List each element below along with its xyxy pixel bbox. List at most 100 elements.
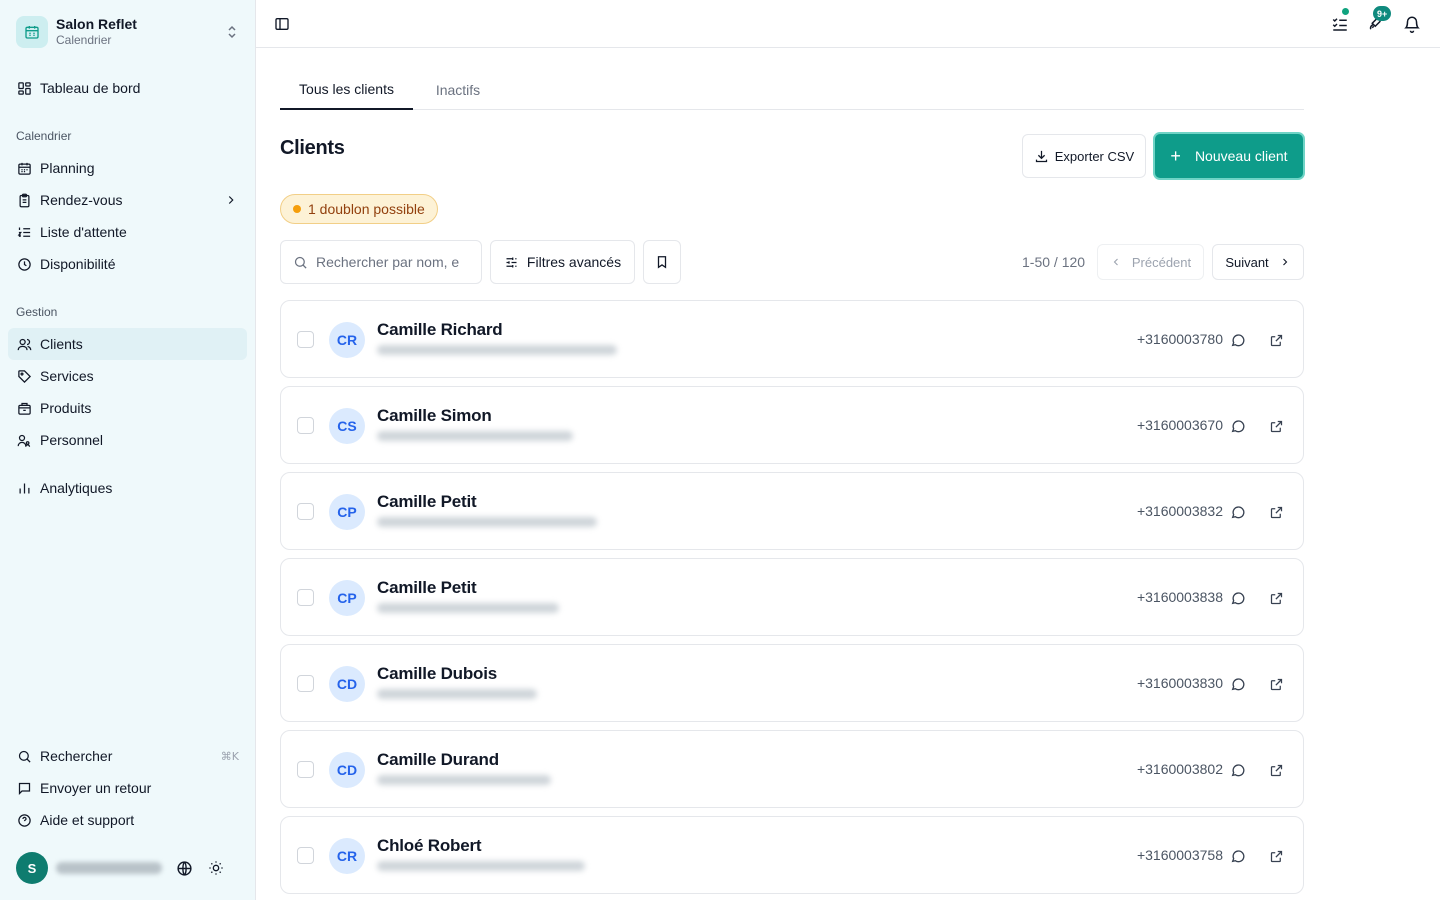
sidebar-item-clients[interactable]: Clients [8,328,247,360]
client-name[interactable]: Camille Dubois [377,664,497,684]
next-label: Suivant [1225,254,1269,270]
client-email-redacted [377,517,597,527]
section-label-management: Gestion [16,305,58,319]
pagination-info: 1-50 / 120 [1022,254,1086,270]
sidebar-item-search[interactable]: Rechercher ⌘K [8,740,247,772]
sidebar-item-staff[interactable]: Personnel [8,424,247,456]
sidebar-item-analytics[interactable]: Analytiques [8,472,247,504]
client-row[interactable]: CR Chloé Robert +3160003758 [280,816,1304,894]
new-client-button[interactable]: + Nouveau client [1153,132,1305,180]
message-circle-icon[interactable] [1229,417,1247,435]
export-csv-button[interactable]: Exporter CSV [1022,134,1146,178]
sidebar-item-feedback[interactable]: Envoyer un retour [8,772,247,804]
client-row[interactable]: CP Camille Petit +3160003838 [280,558,1304,636]
client-row[interactable]: CD Camille Dubois +3160003830 [280,644,1304,722]
keyboard-shortcut: ⌘K [220,749,239,763]
message-circle-icon[interactable] [1229,589,1247,607]
client-name[interactable]: Camille Durand [377,750,499,770]
client-name[interactable]: Camille Richard [377,320,503,340]
client-name[interactable]: Camille Petit [377,492,477,512]
sidebar-item-label: Disponibilité [40,256,116,272]
message-circle-icon[interactable] [1229,331,1247,349]
row-checkbox[interactable] [297,331,314,348]
message-circle-icon[interactable] [1229,675,1247,693]
search-box [280,240,482,284]
row-checkbox[interactable] [297,503,314,520]
advanced-filters-button[interactable]: Filtres avancés [490,240,635,284]
sidebar-toggle-icon[interactable] [270,12,294,36]
section-label-calendar: Calendrier [16,129,72,143]
calendar-logo-icon [16,16,48,48]
sidebar-item-services[interactable]: Services [8,360,247,392]
client-avatar: CP [329,494,365,530]
rocket-icon[interactable]: 9+ [1364,6,1392,36]
tab-all-clients[interactable]: Tous les clients [280,70,413,110]
row-checkbox[interactable] [297,589,314,606]
external-link-icon[interactable] [1267,847,1285,865]
row-checkbox[interactable] [297,761,314,778]
row-checkbox[interactable] [297,417,314,434]
workspace-subtitle: Calendrier [56,33,112,47]
sidebar-item-appointments[interactable]: Rendez-vous [8,184,247,216]
sidebar-item-availability[interactable]: Disponibilité [8,248,247,280]
message-circle-icon[interactable] [1229,761,1247,779]
notification-badge: 9+ [1373,6,1392,21]
sidebar-item-label: Personnel [40,432,104,448]
next-page-button[interactable]: Suivant [1212,244,1304,280]
sun-icon[interactable] [206,858,226,878]
row-checkbox[interactable] [297,847,314,864]
message-circle-icon[interactable] [1229,503,1247,521]
message-circle-icon[interactable] [1229,847,1247,865]
client-name[interactable]: Camille Simon [377,406,492,426]
client-name[interactable]: Camille Petit [377,578,477,598]
bell-icon[interactable] [1400,12,1424,36]
download-icon [1034,149,1049,164]
sidebar-item-label: Produits [40,400,92,416]
sidebar-item-dashboard[interactable]: Tableau de bord [8,72,247,104]
client-email-redacted [377,345,617,355]
previous-page-button[interactable]: Précédent [1097,244,1204,280]
workspace-switcher[interactable]: Salon Reflet Calendrier [8,8,248,56]
list-ordered-icon [16,224,32,240]
external-link-icon[interactable] [1267,761,1285,779]
sidebar-item-planning[interactable]: Planning [8,152,247,184]
globe-icon[interactable] [174,858,194,878]
client-email-redacted [377,603,559,613]
bookmark-icon [655,255,669,269]
search-input[interactable] [316,254,466,270]
external-link-icon[interactable] [1267,417,1285,435]
tab-inactive[interactable]: Inactifs [417,70,499,110]
search-icon [16,748,32,764]
tasks-icon[interactable] [1328,7,1352,36]
sidebar-item-label: Rendez-vous [40,192,123,208]
saved-filters-button[interactable] [643,240,681,284]
duplicate-badge[interactable]: 1 doublon possible [280,194,438,224]
sidebar-item-products[interactable]: Produits [8,392,247,424]
sidebar-item-label: Liste d'attente [40,224,127,240]
warning-dot [293,205,301,213]
external-link-icon[interactable] [1267,589,1285,607]
client-row[interactable]: CR Camille Richard +3160003780 [280,300,1304,378]
client-avatar: CD [329,752,365,788]
sidebar-item-help[interactable]: Aide et support [8,804,247,836]
external-link-icon[interactable] [1267,675,1285,693]
client-email-redacted [377,431,573,441]
bar-chart-icon [16,480,32,496]
external-link-icon[interactable] [1267,503,1285,521]
topbar: 9+ [256,0,1440,48]
client-row[interactable]: CD Camille Durand +3160003802 [280,730,1304,808]
external-link-icon[interactable] [1267,331,1285,349]
calendar-icon [16,160,32,176]
client-row[interactable]: CP Camille Petit +3160003832 [280,472,1304,550]
page-title: Clients [280,137,345,159]
plus-icon: + [1170,146,1181,166]
client-name[interactable]: Chloé Robert [377,836,482,856]
client-row[interactable]: CS Camille Simon +3160003670 [280,386,1304,464]
user-menu[interactable]: S [8,848,247,888]
sidebar-item-waitlist[interactable]: Liste d'attente [8,216,247,248]
client-phone: +3160003780 [1136,331,1223,347]
chevron-left-icon [1110,256,1122,268]
chevron-right-icon [223,192,239,208]
help-circle-icon [16,812,32,828]
row-checkbox[interactable] [297,675,314,692]
